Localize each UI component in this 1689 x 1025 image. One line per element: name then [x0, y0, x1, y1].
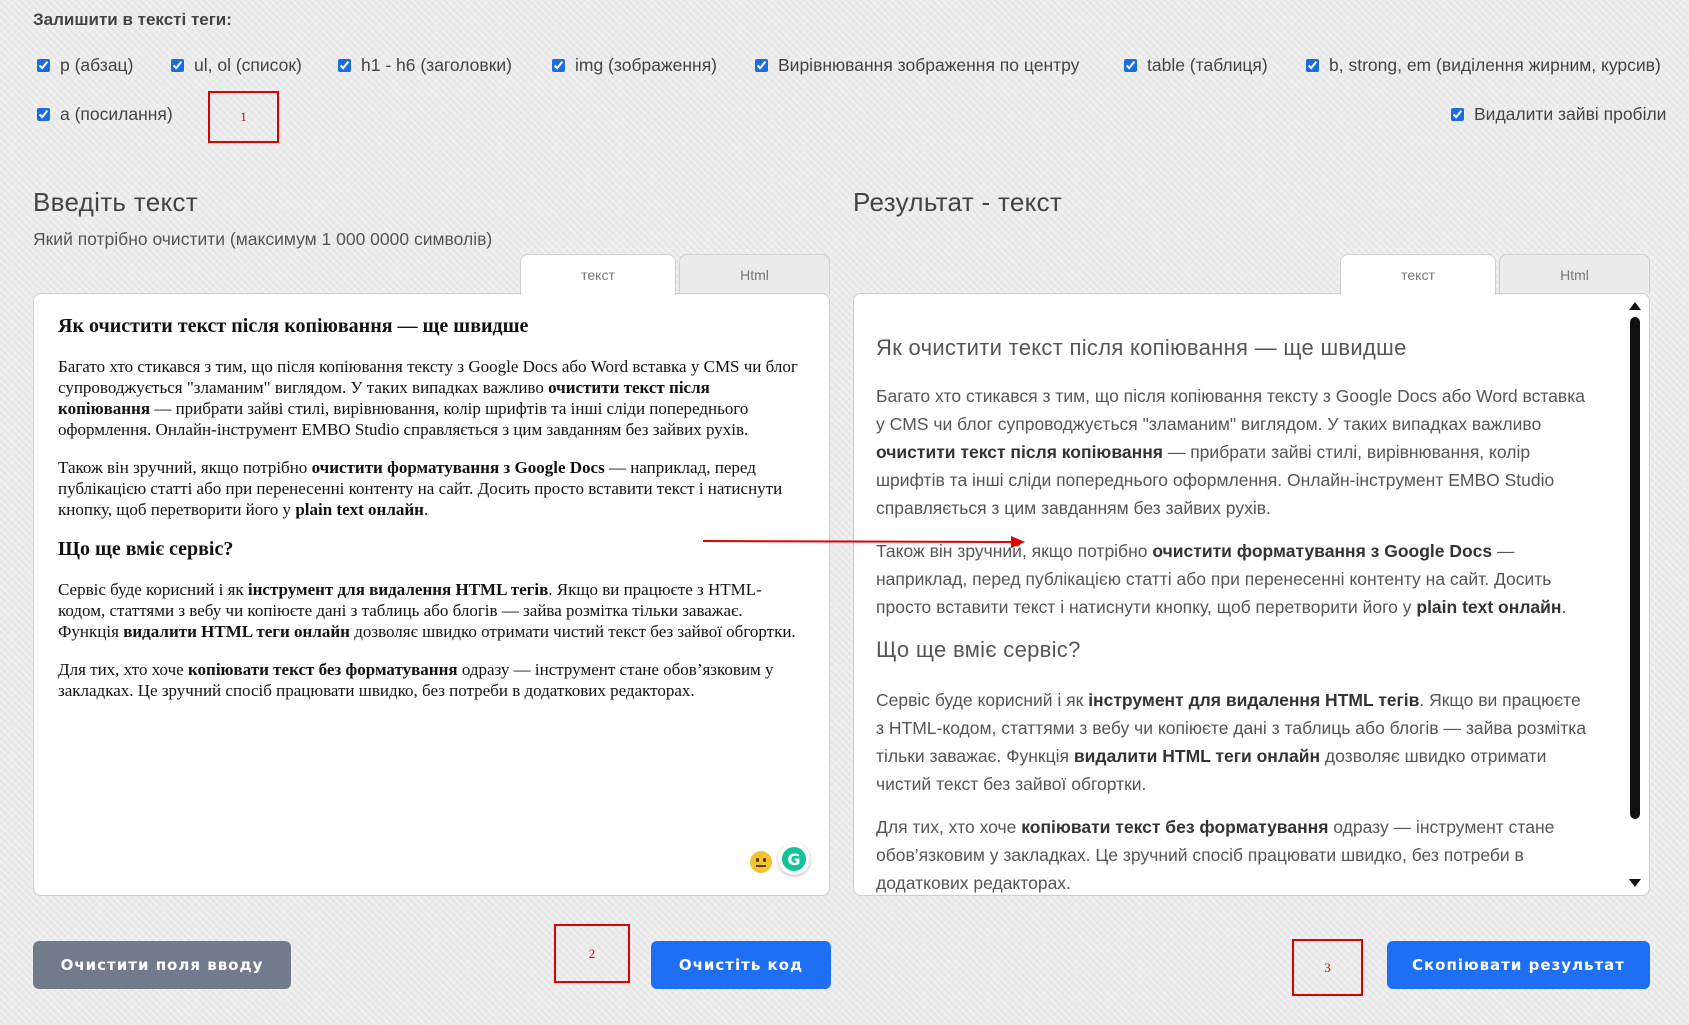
annotation-box-2: 2: [554, 924, 630, 983]
input-paragraph-3: Сервіс буде корисний і як інструмент для…: [58, 579, 805, 642]
input-editor[interactable]: Як очистити текст після копіювання — ще …: [33, 293, 830, 896]
option-spaces[interactable]: Видалити зайві пробіли: [1451, 104, 1666, 125]
checkbox-p[interactable]: [37, 59, 50, 72]
output-paragraph-3: Сервіс буде корисний і як інструмент для…: [876, 686, 1593, 798]
checkbox-img-center[interactable]: [755, 59, 768, 72]
output-p1-bold: очистити текст після копіювання: [876, 442, 1163, 462]
option-headings-label: h1 - h6 (заголовки): [361, 55, 512, 75]
output-p2-bold-2: plain text онлайн: [1416, 597, 1562, 617]
checkbox-a[interactable]: [37, 108, 50, 121]
checkbox-list[interactable]: [171, 59, 184, 72]
option-img-label: img (зображення): [575, 55, 718, 75]
input-p2-text-a: Також він зручний, якщо потрібно: [58, 458, 312, 477]
output-paragraph-4: Для тих, хто хоче копіювати текст без фо…: [876, 813, 1593, 895]
emoji-icon[interactable]: [750, 851, 772, 873]
checkbox-headings[interactable]: [338, 59, 351, 72]
option-list-label: ul, ol (список): [194, 55, 302, 75]
output-p3-text-a: Сервіс буде корисний і як: [876, 690, 1089, 710]
input-p3-bold-1: інструмент для видалення HTML тегів: [247, 580, 549, 599]
output-heading-1: Як очистити текст після копіювання — ще …: [876, 335, 1407, 360]
input-heading-1: Як очистити текст після копіювання — ще …: [58, 315, 529, 337]
option-img-center[interactable]: Вирівнювання зображення по центру: [755, 55, 1079, 76]
output-heading-2: Що ще вміє сервіс?: [876, 637, 1081, 662]
option-headings[interactable]: h1 - h6 (заголовки): [338, 55, 512, 76]
input-p4-text-a: Для тих, хто хоче: [58, 660, 188, 679]
option-bold-label: b, strong, em (виділення жирним, курсив): [1329, 55, 1661, 75]
input-p1-text-c: — прибрати зайві стилі, вирівнювання, ко…: [58, 399, 749, 439]
clean-code-button[interactable]: Очистіть код: [651, 941, 831, 989]
grammarly-icon[interactable]: G: [778, 843, 810, 875]
output-result-content: Як очистити текст після копіювання — ще …: [854, 294, 1649, 895]
output-tab-text[interactable]: текст: [1340, 254, 1496, 295]
option-table-label: table (таблиця): [1147, 55, 1268, 75]
checkbox-table[interactable]: [1124, 59, 1137, 72]
output-p3-bold-1: інструмент для видалення HTML тегів: [1088, 690, 1420, 710]
output-tab-html[interactable]: Html: [1499, 254, 1650, 294]
output-p4-bold: копіювати текст без форматування: [1021, 817, 1329, 837]
clear-inputs-button[interactable]: Очистити поля вводу: [33, 941, 291, 989]
input-p2-bold-2: plain text онлайн: [295, 500, 424, 519]
checkbox-bold[interactable]: [1306, 59, 1319, 72]
input-paragraph-1: Багато хто стикався з тим, що після копі…: [58, 356, 805, 440]
annotation-label-3: 3: [1324, 959, 1331, 975]
option-p-label: p (абзац): [60, 55, 134, 75]
input-paragraph-4: Для тих, хто хоче копіювати текст без фо…: [58, 659, 805, 701]
option-img-center-label: Вирівнювання зображення по центру: [778, 55, 1080, 75]
input-editor-content[interactable]: Як очистити текст після копіювання — ще …: [34, 294, 829, 738]
copy-result-button[interactable]: Скопіювати результат: [1387, 941, 1650, 989]
options-title: Залишити в тексті теги:: [33, 10, 232, 29]
option-img[interactable]: img (зображення): [552, 55, 717, 76]
input-paragraph-2: Також він зручний, якщо потрібно очистит…: [58, 457, 805, 520]
output-p3-bold-2: видалити HTML теги онлайн: [1073, 746, 1321, 766]
scrollbar-thumb[interactable]: [1630, 317, 1640, 819]
input-p4-bold: копіювати текст без форматування: [187, 660, 458, 679]
checkbox-spaces[interactable]: [1451, 108, 1464, 121]
checkbox-img[interactable]: [552, 59, 565, 72]
input-title: Введіть текст: [33, 187, 198, 217]
annotation-arrow: [702, 536, 1025, 548]
input-p3-text-e: дозволяє швидко отримати чистий текст бе…: [349, 622, 796, 641]
output-paragraph-1: Багато хто стикався з тим, що після копі…: [876, 382, 1593, 522]
annotation-label-2: 2: [588, 945, 596, 961]
input-p3-text-a: Сервіс буде корисний і як: [58, 580, 248, 599]
scroll-up-arrow-icon[interactable]: [1629, 302, 1641, 310]
input-heading-2: Що ще вміє сервіс?: [58, 538, 234, 560]
option-table[interactable]: table (таблиця): [1124, 55, 1268, 76]
output-p4-text-a: Для тих, хто хоче: [876, 817, 1022, 837]
input-subtitle: Який потрібно очистити (максимум 1 000 0…: [33, 229, 493, 249]
output-p2-bold-1: очистити форматування з Google Docs: [1152, 541, 1493, 561]
option-list[interactable]: ul, ol (список): [171, 55, 302, 76]
input-tab-html[interactable]: Html: [679, 254, 830, 294]
output-result: Як очистити текст після копіювання — ще …: [853, 293, 1650, 896]
output-p1-text-a: Багато хто стикався з тим, що після копі…: [876, 386, 1585, 434]
annotation-label-1: 1: [240, 109, 247, 124]
input-p3-bold-2: видалити HTML теги онлайн: [123, 622, 350, 641]
input-p2-bold-1: очистити форматування з Google Docs: [311, 458, 605, 477]
input-tab-text[interactable]: текст: [520, 254, 676, 295]
input-p2-text-e: .: [423, 500, 429, 519]
option-a-label: a (посилання): [60, 104, 173, 124]
annotation-box-3: 3: [1292, 939, 1363, 996]
option-spaces-label: Видалити зайві пробіли: [1474, 104, 1667, 124]
annotation-box-1: 1: [208, 91, 279, 143]
option-p[interactable]: p (абзац): [37, 55, 133, 76]
scroll-down-arrow-icon[interactable]: [1629, 879, 1641, 887]
option-a[interactable]: a (посилання): [37, 104, 173, 125]
output-title: Результат - текст: [853, 187, 1063, 217]
output-p2-text-e: .: [1561, 597, 1567, 617]
option-bold[interactable]: b, strong, em (виділення жирним, курсив): [1306, 55, 1661, 76]
output-scrollbar[interactable]: [1629, 302, 1641, 887]
